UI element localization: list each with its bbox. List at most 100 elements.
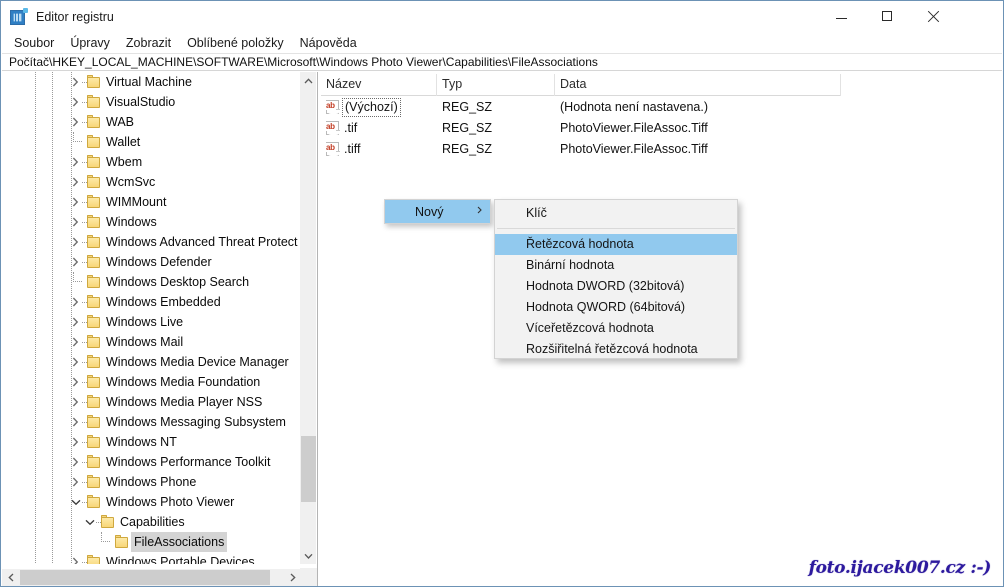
column-header-name[interactable]: Název xyxy=(321,74,437,96)
folder-icon xyxy=(87,175,101,188)
submenu-item[interactable]: Hodnota DWORD (32bitová) xyxy=(495,276,737,297)
chevron-right-icon[interactable] xyxy=(284,569,301,586)
tree-node[interactable]: Windows Media Device Manager xyxy=(2,352,300,372)
tree-horizontal-scroll-thumb[interactable] xyxy=(20,570,270,585)
chevron-right-icon[interactable] xyxy=(69,476,82,489)
tree-node[interactable]: Windows NT xyxy=(2,432,300,452)
string-value-icon: ab xyxy=(325,100,341,115)
tree-node[interactable]: FileAssociations xyxy=(2,532,300,552)
tree-node-label: WcmSvc xyxy=(106,172,155,192)
tree-node[interactable]: Windows Media Foundation xyxy=(2,372,300,392)
tree-node[interactable]: Windows Phone xyxy=(2,472,300,492)
tree-node-label: Windows NT xyxy=(106,432,177,452)
chevron-right-icon[interactable] xyxy=(69,556,82,565)
minimize-button[interactable] xyxy=(818,1,864,31)
tree-node[interactable]: Windows Media Player NSS xyxy=(2,392,300,412)
tree-node[interactable]: Windows Live xyxy=(2,312,300,332)
chevron-right-icon[interactable] xyxy=(69,316,82,329)
tree-node[interactable]: Windows Portable Devices xyxy=(2,552,300,564)
tree-node[interactable]: Wbem xyxy=(2,152,300,172)
chevron-right-icon[interactable] xyxy=(69,296,82,309)
chevron-right-icon[interactable] xyxy=(69,216,82,229)
menu-napoveda[interactable]: Nápověda xyxy=(293,35,364,51)
tree-node[interactable]: Windows Embedded xyxy=(2,292,300,312)
folder-icon xyxy=(87,355,101,368)
close-button[interactable] xyxy=(910,1,956,31)
registry-tree-pane[interactable]: Virtual MachineVisualStudioWABWalletWbem… xyxy=(2,72,318,586)
value-row[interactable]: ab.tiffREG_SZPhotoViewer.FileAssoc.Tiff xyxy=(321,139,841,160)
tree-node[interactable]: Windows Mail xyxy=(2,332,300,352)
tree-node[interactable]: WIMMount xyxy=(2,192,300,212)
chevron-down-icon[interactable] xyxy=(69,496,82,509)
tree-horizontal-scrollbar[interactable] xyxy=(2,568,318,586)
tree-node-label: Windows Media Player NSS xyxy=(106,392,262,412)
tree-vertical-scrollbar[interactable] xyxy=(299,72,316,564)
column-header-type[interactable]: Typ xyxy=(437,74,555,96)
tree-node[interactable]: Wallet xyxy=(2,132,300,152)
folder-icon xyxy=(87,235,101,248)
tree-node[interactable]: Capabilities xyxy=(2,512,300,532)
chevron-right-icon[interactable] xyxy=(69,376,82,389)
tree-node[interactable]: Windows Performance Toolkit xyxy=(2,452,300,472)
tree-node-label: Wallet xyxy=(106,132,140,152)
tree-node[interactable]: Virtual Machine xyxy=(2,72,300,92)
menu-separator xyxy=(497,228,735,229)
submenu-item[interactable]: Klíč xyxy=(495,203,737,224)
value-row[interactable]: ab(Výchozí)REG_SZ(Hodnota není nastavena… xyxy=(321,97,841,118)
chevron-down-icon[interactable] xyxy=(83,516,96,529)
menu-soubor[interactable]: Soubor xyxy=(7,35,61,51)
folder-icon xyxy=(87,215,101,228)
registry-editor-window: Editor registru Soubor Úpravy Zobrazit O… xyxy=(0,0,1004,587)
maximize-button[interactable] xyxy=(864,1,910,31)
menu-oblibene-polozky[interactable]: Oblíbené položky xyxy=(180,35,291,51)
address-bar[interactable]: Počítač\HKEY_LOCAL_MACHINE\SOFTWARE\Micr… xyxy=(2,53,1002,71)
tree-node[interactable]: WcmSvc xyxy=(2,172,300,192)
folder-icon xyxy=(87,495,101,508)
chevron-right-icon[interactable] xyxy=(69,236,82,249)
chevron-down-icon[interactable] xyxy=(300,547,317,564)
tree-node-label: Windows Live xyxy=(106,312,183,332)
tree-vertical-scroll-thumb[interactable] xyxy=(301,436,316,502)
folder-icon xyxy=(87,75,101,88)
chevron-right-icon[interactable] xyxy=(69,96,82,109)
menu-zobrazit[interactable]: Zobrazit xyxy=(119,35,178,51)
chevron-right-icon[interactable] xyxy=(69,176,82,189)
tree-node[interactable]: Windows Desktop Search xyxy=(2,272,300,292)
chevron-right-icon[interactable] xyxy=(69,336,82,349)
tree-node[interactable]: Windows xyxy=(2,212,300,232)
submenu-item[interactable]: Rozšiřitelná řetězcová hodnota xyxy=(495,339,737,360)
tree-connector xyxy=(101,532,110,542)
chevron-right-icon[interactable] xyxy=(69,436,82,449)
chevron-right-icon[interactable] xyxy=(69,456,82,469)
submenu-item[interactable]: Víceřetězcová hodnota xyxy=(495,318,737,339)
tree-node[interactable]: VisualStudio xyxy=(2,92,300,112)
menu-upravy[interactable]: Úpravy xyxy=(63,35,117,51)
chevron-right-icon[interactable] xyxy=(69,156,82,169)
chevron-right-icon[interactable] xyxy=(69,196,82,209)
submenu-item[interactable]: Binární hodnota xyxy=(495,255,737,276)
tree-node-label: Windows Phone xyxy=(106,472,196,492)
column-header-data[interactable]: Data xyxy=(555,74,841,96)
tree-node[interactable]: WAB xyxy=(2,112,300,132)
chevron-right-icon[interactable] xyxy=(69,76,82,89)
tree-node-label: Windows Media Foundation xyxy=(106,372,260,392)
chevron-right-icon[interactable] xyxy=(69,396,82,409)
folder-icon xyxy=(87,115,101,128)
submenu-item[interactable]: Hodnota QWORD (64bitová) xyxy=(495,297,737,318)
tree-node[interactable]: Windows Advanced Threat Protect xyxy=(2,232,300,252)
chevron-up-icon[interactable] xyxy=(300,72,317,89)
value-row[interactable]: ab.tifREG_SZPhotoViewer.FileAssoc.Tiff xyxy=(321,118,841,139)
chevron-left-icon[interactable] xyxy=(2,569,19,586)
context-menu-item-novy[interactable]: Nový xyxy=(385,200,490,223)
tree-node-label: Wbem xyxy=(106,152,142,172)
tree-node-label: Windows Defender xyxy=(106,252,212,272)
chevron-right-icon[interactable] xyxy=(69,356,82,369)
tree-node[interactable]: Windows Defender xyxy=(2,252,300,272)
submenu-item[interactable]: Řetězcová hodnota xyxy=(495,234,737,255)
tree-node-label: WIMMount xyxy=(106,192,166,212)
chevron-right-icon[interactable] xyxy=(69,256,82,269)
tree-node[interactable]: Windows Messaging Subsystem xyxy=(2,412,300,432)
chevron-right-icon[interactable] xyxy=(69,116,82,129)
tree-node[interactable]: Windows Photo Viewer xyxy=(2,492,300,512)
chevron-right-icon[interactable] xyxy=(69,416,82,429)
